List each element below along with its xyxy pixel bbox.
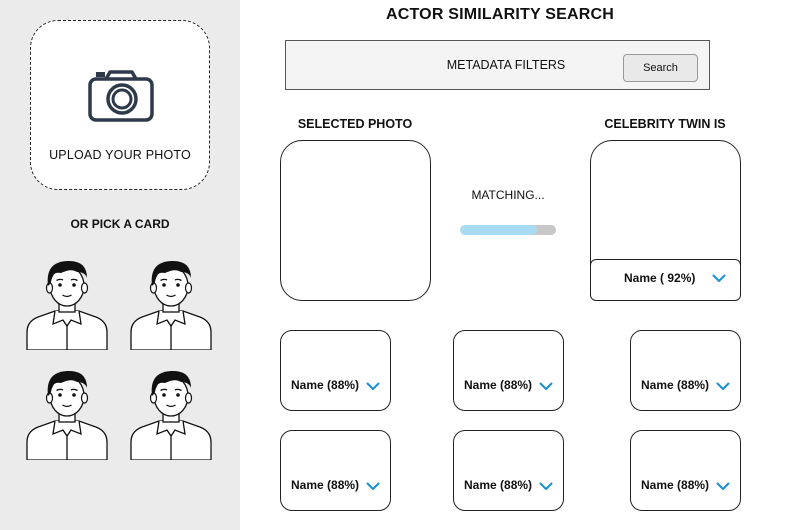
avatar-card[interactable] — [129, 368, 213, 460]
chevron-down-icon — [712, 274, 726, 282]
person-avatar-icon — [130, 260, 212, 350]
sidebar: UPLOAD YOUR PHOTO OR PICK A CARD — [0, 0, 240, 530]
chevron-down-icon — [366, 482, 380, 490]
result-card[interactable]: Name (88%) — [630, 430, 741, 511]
celebrity-twin-name: Name ( 92%) — [624, 271, 696, 285]
result-card[interactable]: Name (88%) — [280, 430, 391, 511]
pick-card-title: OR PICK A CARD — [70, 217, 170, 231]
selected-photo-box — [280, 140, 431, 301]
chevron-down-icon — [366, 382, 380, 390]
upload-label: UPLOAD YOUR PHOTO — [49, 148, 191, 162]
result-name: Name (88%) — [464, 478, 533, 492]
matching-status: MATCHING... — [471, 188, 545, 202]
result-name: Name (88%) — [641, 478, 710, 492]
person-avatar-icon — [130, 370, 212, 460]
result-name: Name (88%) — [291, 378, 360, 392]
person-avatar-icon — [26, 370, 108, 460]
result-card[interactable]: Name (88%) — [280, 330, 391, 411]
search-button[interactable]: Search — [623, 54, 698, 82]
chevron-down-icon — [716, 482, 730, 490]
avatar-card[interactable] — [25, 258, 109, 350]
selected-photo-label: SELECTED PHOTO — [297, 117, 413, 131]
chevron-down-icon — [539, 482, 553, 490]
celebrity-twin-name-dropdown[interactable]: Name ( 92%) — [590, 259, 741, 301]
avatar-card[interactable] — [25, 368, 109, 460]
upload-photo-dropzone[interactable]: UPLOAD YOUR PHOTO — [30, 20, 210, 190]
avatar-card[interactable] — [129, 258, 213, 350]
metadata-filters-bar[interactable]: METADATA FILTERS Search — [285, 40, 710, 90]
person-avatar-icon — [26, 260, 108, 350]
result-card[interactable]: Name (88%) — [453, 330, 564, 411]
page-title: ACTOR SIMILARITY SEARCH — [385, 6, 615, 23]
matching-progress-fill — [460, 225, 537, 235]
celebrity-twin-label: CELEBRITY TWIN IS — [604, 117, 726, 131]
matching-progress-bar — [460, 225, 556, 235]
result-name: Name (88%) — [291, 478, 360, 492]
chevron-down-icon — [539, 382, 553, 390]
result-name: Name (88%) — [641, 378, 710, 392]
chevron-down-icon — [716, 382, 730, 390]
result-name: Name (88%) — [464, 378, 533, 392]
result-card[interactable]: Name (88%) — [630, 330, 741, 411]
camera-icon — [88, 70, 154, 122]
result-card[interactable]: Name (88%) — [453, 430, 564, 511]
